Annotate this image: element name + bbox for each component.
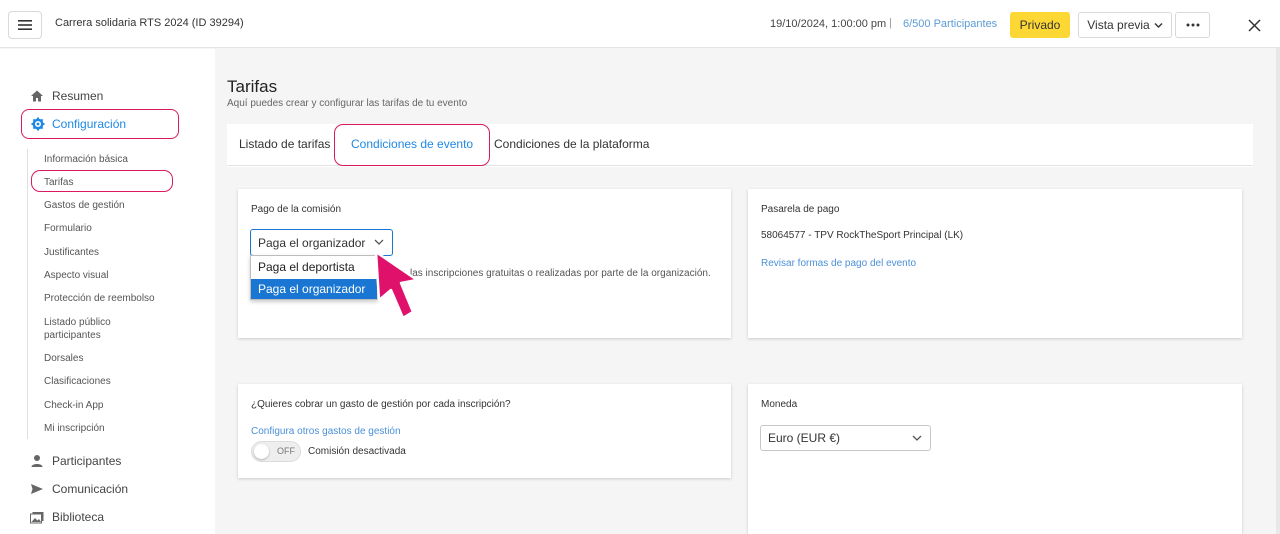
home-icon <box>31 90 43 102</box>
sidebar-item-label: Biblioteca <box>52 510 105 524</box>
dropdown-option-organizer[interactable]: Paga el organizador <box>251 279 377 299</box>
card-title: Moneda <box>761 399 798 410</box>
subnav-item-rates[interactable]: Tarifas <box>44 176 73 189</box>
sidebar-item-configuration[interactable]: Configuración <box>21 109 179 139</box>
commission-dropdown: Paga el deportista Paga el organizador <box>250 255 378 300</box>
header-separator: | <box>889 17 892 29</box>
event-datetime: 19/10/2024, 1:00:00 pm <box>770 18 887 30</box>
commission-note: las inscripciones gratuitas o realizadas… <box>410 268 711 279</box>
more-dots-icon <box>1186 23 1199 27</box>
participants-label: Participantes <box>933 18 998 30</box>
card-title: ¿Quieres cobrar un gasto de gestión por … <box>251 399 511 410</box>
sidebar-item-library[interactable]: Biblioteca <box>30 510 104 524</box>
event-title: Carrera solidaria RTS 2024 (ID 39294) <box>55 17 244 29</box>
page-title: Tarifas <box>227 77 278 96</box>
app-root: Carrera solidaria RTS 2024 (ID 39294) 19… <box>0 0 1280 534</box>
preview-button[interactable]: Vista previa <box>1078 12 1172 38</box>
card-title: Pasarela de pago <box>761 204 840 215</box>
page-subtitle: Aquí puedes crear y configurar las tarif… <box>227 98 468 109</box>
chevron-down-icon <box>374 239 384 245</box>
configure-fees-link[interactable]: Configura otros gastos de gestión <box>251 426 401 437</box>
currency-select-value: Euro (EUR €) <box>768 431 841 445</box>
hamburger-icon <box>18 20 32 30</box>
pointer-cursor-icon <box>374 250 419 320</box>
image-library-icon <box>30 512 44 524</box>
send-icon <box>31 484 43 494</box>
subnav-item-bibs[interactable]: Dorsales <box>44 352 83 365</box>
menu-button[interactable] <box>8 11 42 39</box>
commission-select-value: Paga el organizador <box>258 235 366 250</box>
person-icon <box>31 455 43 467</box>
gear-icon <box>31 117 45 131</box>
scrollbar-track[interactable] <box>1276 48 1280 534</box>
subnav-item-management-fees[interactable]: Gastos de gestión <box>44 199 125 212</box>
private-button[interactable]: Privado <box>1010 12 1070 38</box>
dropdown-option-athlete[interactable]: Paga el deportista <box>251 257 377 277</box>
sidebar-item-summary[interactable]: Resumen <box>30 89 103 103</box>
management-fee-card: ¿Quieres cobrar un gasto de gestión por … <box>238 384 731 478</box>
subnav-item-refund-protection[interactable]: Protección de reembolso <box>44 292 155 305</box>
chevron-down-icon <box>1154 22 1163 28</box>
sidebar-item-label: Participantes <box>52 454 122 468</box>
subnav-line <box>27 149 28 439</box>
subnav-item-receipts[interactable]: Justificantes <box>44 246 99 259</box>
sidebar-item-communication[interactable]: Comunicación <box>30 482 128 496</box>
sidebar: Resumen Configuración Información básica… <box>0 49 215 534</box>
participants-count: 6/500 <box>903 18 931 30</box>
subnav-item-my-registration[interactable]: Mi inscripción <box>44 422 105 435</box>
chevron-down-icon <box>912 435 922 441</box>
toggle-state: OFF <box>277 446 295 456</box>
toggle-label: Comisión desactivada <box>308 446 406 457</box>
close-icon <box>1247 18 1261 32</box>
payment-gateway-card: Pasarela de pago 58064577 - TPV RockTheS… <box>748 189 1242 338</box>
currency-card: Moneda <box>748 384 1242 534</box>
more-options-button[interactable] <box>1175 12 1210 38</box>
subnav-item-form[interactable]: Formulario <box>44 222 92 235</box>
sidebar-item-label: Configuración <box>52 117 127 131</box>
subnav-item-basic-info[interactable]: Información básica <box>44 153 128 166</box>
tab-platform-conditions[interactable]: Condiciones de la plataforma <box>494 137 649 151</box>
sidebar-item-label: Comunicación <box>52 482 129 496</box>
commission-select[interactable]: Paga el organizador <box>250 229 393 256</box>
subnav-item-rankings[interactable]: Clasificaciones <box>44 375 111 388</box>
toggle-knob <box>254 444 269 459</box>
tab-rates-list[interactable]: Listado de tarifas <box>239 137 330 151</box>
review-payment-methods-link[interactable]: Revisar formas de pago del evento <box>761 258 916 269</box>
card-title: Pago de la comisión <box>251 204 342 215</box>
subnav-item-public-list[interactable]: Listado público participantes <box>44 316 154 342</box>
subnav-item-checkin[interactable]: Check-in App <box>44 399 103 412</box>
preview-label: Vista previa <box>1087 18 1150 32</box>
top-header: Carrera solidaria RTS 2024 (ID 39294) 19… <box>0 0 1280 48</box>
commission-toggle[interactable]: OFF <box>251 441 301 462</box>
currency-select[interactable]: Euro (EUR €) <box>760 425 931 451</box>
tab-bar: Listado de tarifas Condiciones de evento… <box>227 124 1253 166</box>
participants-link[interactable]: 6/500 Participantes <box>903 18 997 30</box>
subnav-item-visual[interactable]: Aspecto visual <box>44 269 108 282</box>
sidebar-item-participants[interactable]: Participantes <box>30 454 121 468</box>
gateway-value: 58064577 - TPV RockTheSport Principal (L… <box>761 230 964 241</box>
sidebar-item-label: Resumen <box>52 89 104 103</box>
tab-event-conditions[interactable]: Condiciones de evento <box>351 137 473 151</box>
close-button[interactable] <box>1244 15 1264 35</box>
